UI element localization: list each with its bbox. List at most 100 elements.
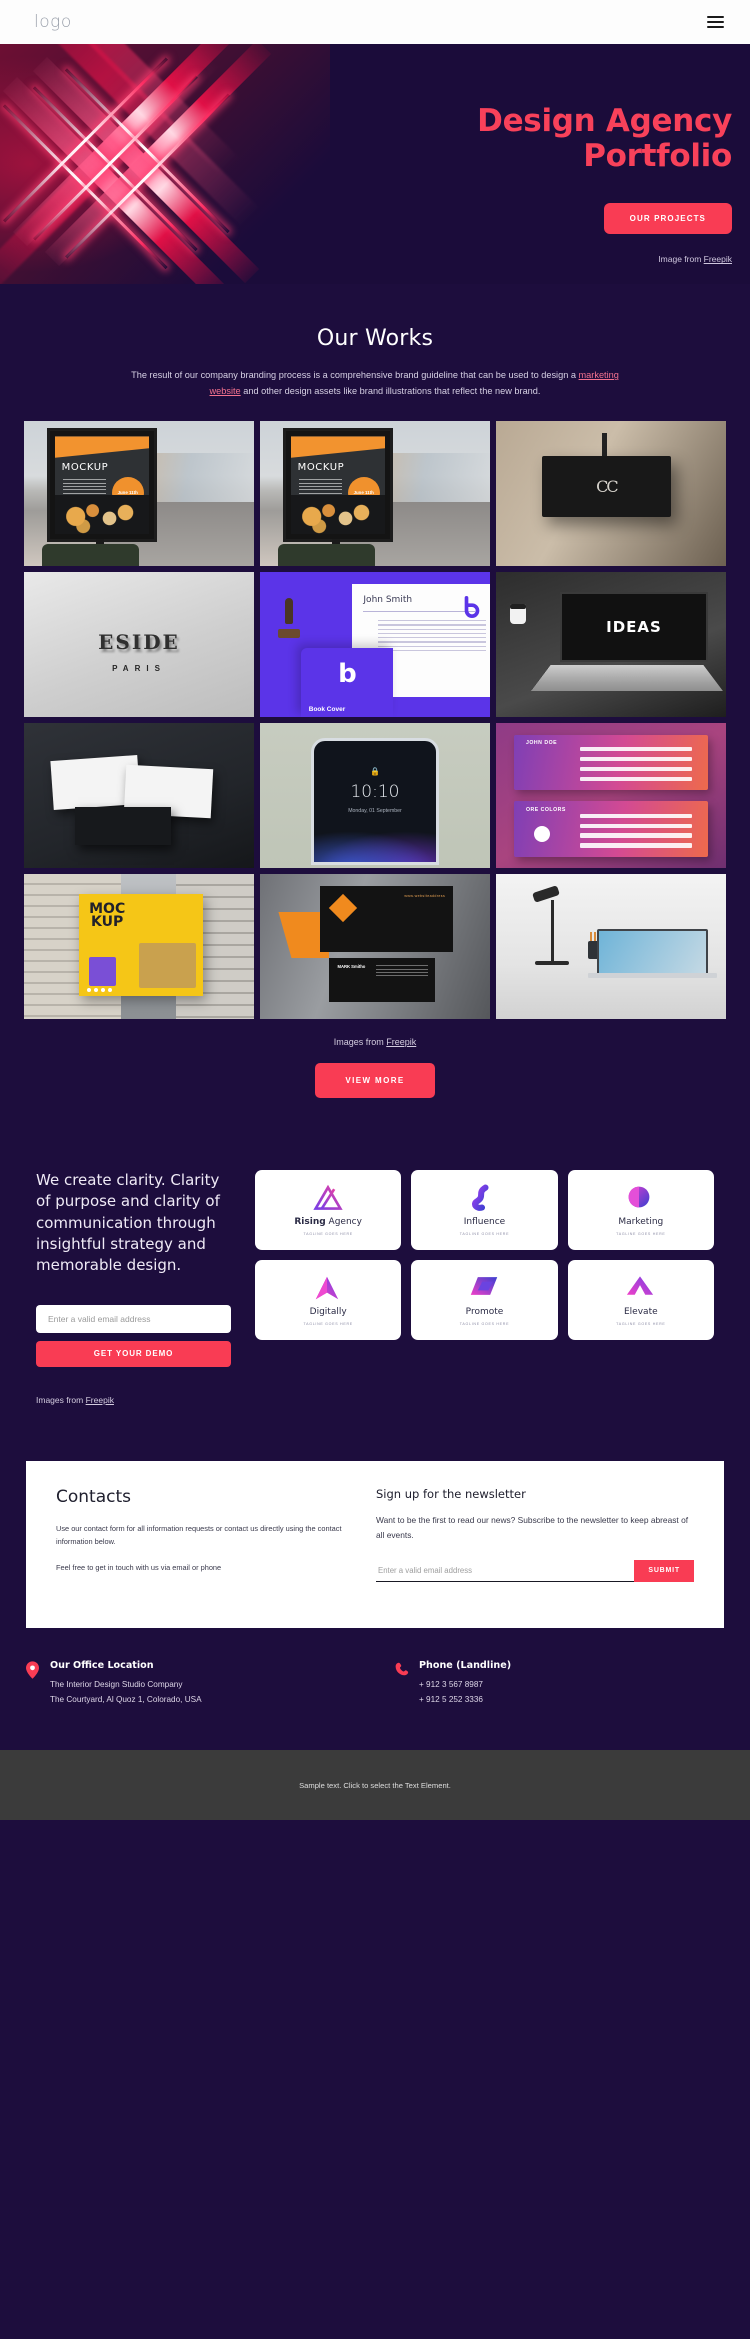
black-card-small: MARK Smitho [329, 958, 435, 1002]
site-header: logo [0, 0, 750, 44]
poster-text-lines [298, 479, 342, 496]
banner-line-2: KUP [91, 913, 124, 930]
hero-background-art [0, 44, 330, 284]
logo-tagline: TAGLINE GOES HERE [616, 1322, 666, 1327]
logo-name: Influence [464, 1217, 505, 1227]
laptop-device [597, 929, 708, 976]
lockscreen-date: Monday, 01 September [348, 807, 402, 814]
letterhead-rule [363, 610, 475, 612]
poster-food-photo [55, 494, 150, 534]
swirl-mark-icon [469, 1184, 499, 1212]
freepik-link[interactable]: Freepik [86, 1395, 114, 1405]
get-your-demo-button[interactable]: GET YOUR DEMO [36, 1340, 231, 1367]
gallery-tile-billboard-mockup-street-1[interactable]: MOCKUP June 11th [24, 421, 254, 567]
burger-bar [707, 16, 724, 18]
poster: MOCKUP June 11th [55, 436, 150, 534]
poster-text-lines [62, 479, 106, 496]
letterhead-name: John Smith [363, 595, 413, 606]
email-input[interactable] [36, 1304, 231, 1333]
page-root: logo Design Agency Portfolio OUR PROJECT… [0, 0, 750, 1821]
phone-title: Phone (Landline) [419, 1659, 512, 1671]
gallery-tile-desk-lamp-laptop-mockup[interactable] [496, 874, 726, 1020]
b-logo-mark [461, 596, 483, 619]
logo-card-digitally[interactable]: Digitally TAGLINE GOES HERE [255, 1260, 402, 1341]
gallery-tile-pink-gradient-cards[interactable]: JOHN DOE ORE COLORS [496, 723, 726, 869]
office-location-title: Our Office Location [50, 1659, 154, 1671]
logo-tagline: TAGLINE GOES HERE [459, 1232, 510, 1237]
our-projects-button[interactable]: OUR PROJECTS [603, 203, 732, 235]
logo-name-rest: Elevate [624, 1307, 658, 1318]
banner-purple-shape [89, 957, 117, 986]
rubber-stamp [278, 598, 301, 639]
gallery-tile-billboard-mockup-street-2[interactable]: MOCKUP June 11th [260, 421, 490, 567]
burger-bar [707, 21, 724, 23]
newsletter-form: SUBMIT [376, 1559, 694, 1582]
gallery-tile-laptop-ideas-desk[interactable]: IDEAS [496, 572, 726, 718]
laptop-keyboard [531, 665, 724, 692]
gradient-card-2: ORE COLORS [514, 801, 708, 857]
card-tag: MARK Smitho [337, 964, 366, 970]
poster-food-photo [291, 494, 386, 534]
desk-lamp-base [535, 961, 570, 966]
clarity-image-credit: Images from Freepik [36, 1395, 231, 1405]
logo-card-elevate[interactable]: Elevate TAGLINE GOES HERE [567, 1260, 714, 1341]
office-location-line-1: The Interior Design Studio Company [50, 1679, 183, 1689]
gallery-tile-business-cards-dark[interactable] [24, 723, 254, 869]
contacts-paragraph-2: Feel free to get in touch with us via em… [56, 1562, 222, 1572]
book-logo-letter: b [338, 659, 357, 690]
hero-title: Design Agency Portfolio [312, 104, 732, 173]
office-location-block: Our Office Location The Interior Design … [26, 1660, 355, 1706]
coffee-cup [509, 604, 526, 625]
hamburger-menu-icon[interactable] [703, 12, 728, 32]
eside-wordmark: ESIDE [98, 630, 180, 655]
logo-card-promote[interactable]: Promote TAGLINE GOES HERE [411, 1260, 558, 1341]
hero-title-line-2: Portfolio [583, 137, 732, 174]
logo-card-influence[interactable]: Influence TAGLINE GOES HERE [411, 1170, 558, 1251]
location-pin-icon [26, 1660, 40, 1706]
logo-name-rest: Influence [463, 1217, 506, 1228]
hero-credit-prefix: Image from [658, 254, 704, 265]
laptop-screen-text: IDEAS [606, 618, 662, 637]
freepik-link[interactable]: Freepik [386, 1037, 416, 1047]
works-gallery-grid: MOCKUP June 11th MOCKUP June 11th CC ESI… [24, 421, 726, 1020]
hero-image-credit: Image from Freepik [312, 254, 732, 264]
poster-title: MOCKUP [61, 461, 109, 473]
sign-arm [601, 432, 607, 459]
logo-card-marketing[interactable]: Marketing TAGLINE GOES HERE [567, 1170, 714, 1251]
clarity-credit-prefix: Images from [36, 1394, 86, 1405]
banner-text: MOC KUP [89, 901, 125, 930]
view-more-button[interactable]: VIEW MORE [315, 1063, 435, 1099]
newsletter-email-input[interactable] [376, 1559, 635, 1582]
card-circle-icon [533, 826, 550, 843]
laptop-screen-image [599, 931, 706, 974]
logo-card-rising-agency[interactable]: Rising Agency TAGLINE GOES HERE [255, 1170, 402, 1251]
gallery-tile-purple-stationery-branding[interactable]: John Smith b Book Cover [260, 572, 490, 718]
poster-title: MOCKUP [297, 461, 345, 473]
burger-bar [707, 26, 724, 28]
freepik-link[interactable]: Freepik [704, 254, 732, 264]
poster-orange-shape [291, 436, 386, 458]
bush [42, 544, 139, 567]
laptop-screen: IDEAS [560, 592, 708, 663]
card-lines [375, 965, 429, 979]
logo[interactable]: logo [34, 12, 72, 32]
submit-button[interactable]: SUBMIT [634, 1559, 694, 1582]
book-cover-label: Book Cover [308, 706, 346, 714]
gallery-tile-storefront-sign-mockup[interactable]: CC [496, 421, 726, 567]
gallery-tile-orange-black-stationery[interactable]: www.websiteaddress MARK Smitho [260, 874, 490, 1020]
clarity-left-column: We create clarity. Clarity of purpose an… [36, 1170, 231, 1405]
chevron-up-mark-icon [626, 1274, 656, 1302]
footer-sample-text[interactable]: Sample text. Click to select the Text El… [299, 1781, 451, 1790]
lockscreen-time: 10:10 [350, 782, 400, 803]
triangle-mark-icon [313, 1184, 343, 1212]
gradient-card-1: JOHN DOE [514, 734, 708, 790]
poster: MOCKUP June 11th [291, 436, 386, 534]
billboard-frame: MOCKUP June 11th [283, 428, 394, 565]
gradient-card-1-label: JOHN DOE [525, 740, 558, 747]
gallery-tile-yellow-billboard-building[interactable]: MOC KUP [24, 874, 254, 1020]
logo-name: Elevate [624, 1307, 658, 1317]
gallery-tile-phone-lockscreen-mockup[interactable]: 🔒 10:10 Monday, 01 September [260, 723, 490, 869]
hero-section: Design Agency Portfolio OUR PROJECTS Ima… [0, 44, 750, 284]
gallery-tile-eside-paris-wall-logo[interactable]: ESIDE PARIS [24, 572, 254, 718]
card-url: www.websiteaddress [404, 893, 446, 898]
